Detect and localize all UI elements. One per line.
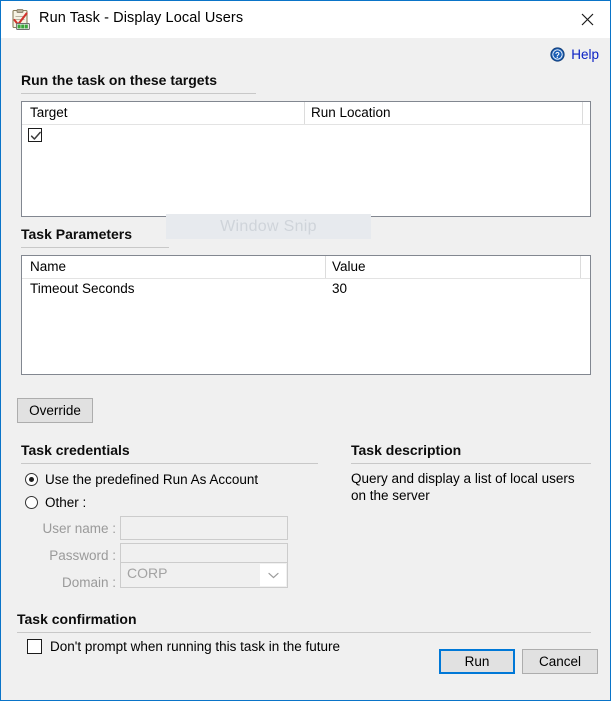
window-snip-overlay: Window Snip [166, 214, 371, 239]
radio-label-other: Other : [45, 495, 87, 510]
targets-section-rule [21, 93, 256, 94]
targets-column-divider-right[interactable] [582, 102, 583, 124]
radio-other[interactable]: Other : [25, 495, 86, 510]
window-title: Run Task - Display Local Users [39, 10, 244, 26]
radio-button-icon-selected[interactable] [25, 473, 38, 486]
task-description-text: Query and display a list of local users … [351, 471, 575, 503]
column-header-target[interactable]: Target [30, 105, 68, 120]
targets-column-divider[interactable] [304, 102, 305, 124]
chevron-down-icon[interactable] [260, 564, 286, 586]
help-question-icon: ? [550, 47, 565, 62]
targets-list-header: Target Run Location [22, 102, 590, 125]
dont-prompt-label: Don't prompt when running this task in t… [50, 639, 340, 654]
override-button[interactable]: Override [17, 398, 93, 423]
run-button[interactable]: Run [439, 649, 515, 674]
parameters-list-header: Name Value [22, 256, 590, 279]
credentials-section-header: Task credentials [21, 442, 130, 458]
parameters-section-header: Task Parameters [21, 226, 133, 242]
title-bar: Run Task - Display Local Users [1, 1, 610, 39]
confirmation-section-header: Task confirmation [17, 611, 137, 627]
user-name-label: User name : [42, 521, 116, 536]
password-label: Password : [49, 548, 116, 563]
targets-section-header: Run the task on these targets [21, 72, 218, 88]
dialog-body: ? Help Run the task on these targets Tar… [1, 38, 610, 700]
target-row-checkbox[interactable] [28, 128, 42, 142]
table-row[interactable]: Timeout Seconds 30 [22, 279, 590, 301]
parameter-value-cell: 30 [332, 281, 348, 296]
close-icon [581, 13, 593, 25]
parameters-listbox[interactable]: Name Value Timeout Seconds 30 [21, 255, 591, 375]
parameters-column-divider[interactable] [325, 256, 326, 278]
user-name-field[interactable] [120, 516, 288, 540]
domain-combobox[interactable]: CORP [120, 562, 288, 588]
parameters-section-rule [21, 247, 169, 248]
radio-label-predefined: Use the predefined Run As Account [45, 472, 259, 487]
run-task-dialog: Run Task - Display Local Users ? Help Ru… [0, 0, 611, 701]
help-link[interactable]: ? Help [550, 47, 599, 62]
column-header-name[interactable]: Name [30, 259, 66, 274]
checkmark-icon [30, 131, 41, 140]
dont-prompt-checkbox[interactable] [27, 639, 42, 654]
confirmation-section-rule [17, 632, 591, 633]
domain-combobox-value: CORP [127, 565, 168, 581]
radio-use-predefined-run-as-account[interactable]: Use the predefined Run As Account [25, 472, 258, 487]
close-button[interactable] [564, 1, 610, 37]
radio-button-icon-unselected[interactable] [25, 496, 38, 509]
description-section-header: Task description [351, 442, 462, 458]
dont-prompt-checkbox-row[interactable]: Don't prompt when running this task in t… [27, 639, 340, 654]
table-row[interactable] [22, 125, 590, 147]
description-section-rule [351, 463, 591, 464]
parameters-column-divider-right[interactable] [580, 256, 581, 278]
parameter-name-cell: Timeout Seconds [30, 281, 135, 296]
column-header-run-location[interactable]: Run Location [311, 105, 391, 120]
run-task-clipboard-icon [11, 9, 32, 30]
help-label: Help [571, 47, 599, 62]
domain-label: Domain : [61, 575, 116, 590]
credentials-section-rule [21, 463, 318, 464]
svg-text:?: ? [555, 51, 560, 60]
column-header-value[interactable]: Value [332, 259, 366, 274]
targets-listbox[interactable]: Target Run Location [21, 101, 591, 217]
cancel-button[interactable]: Cancel [522, 649, 598, 674]
